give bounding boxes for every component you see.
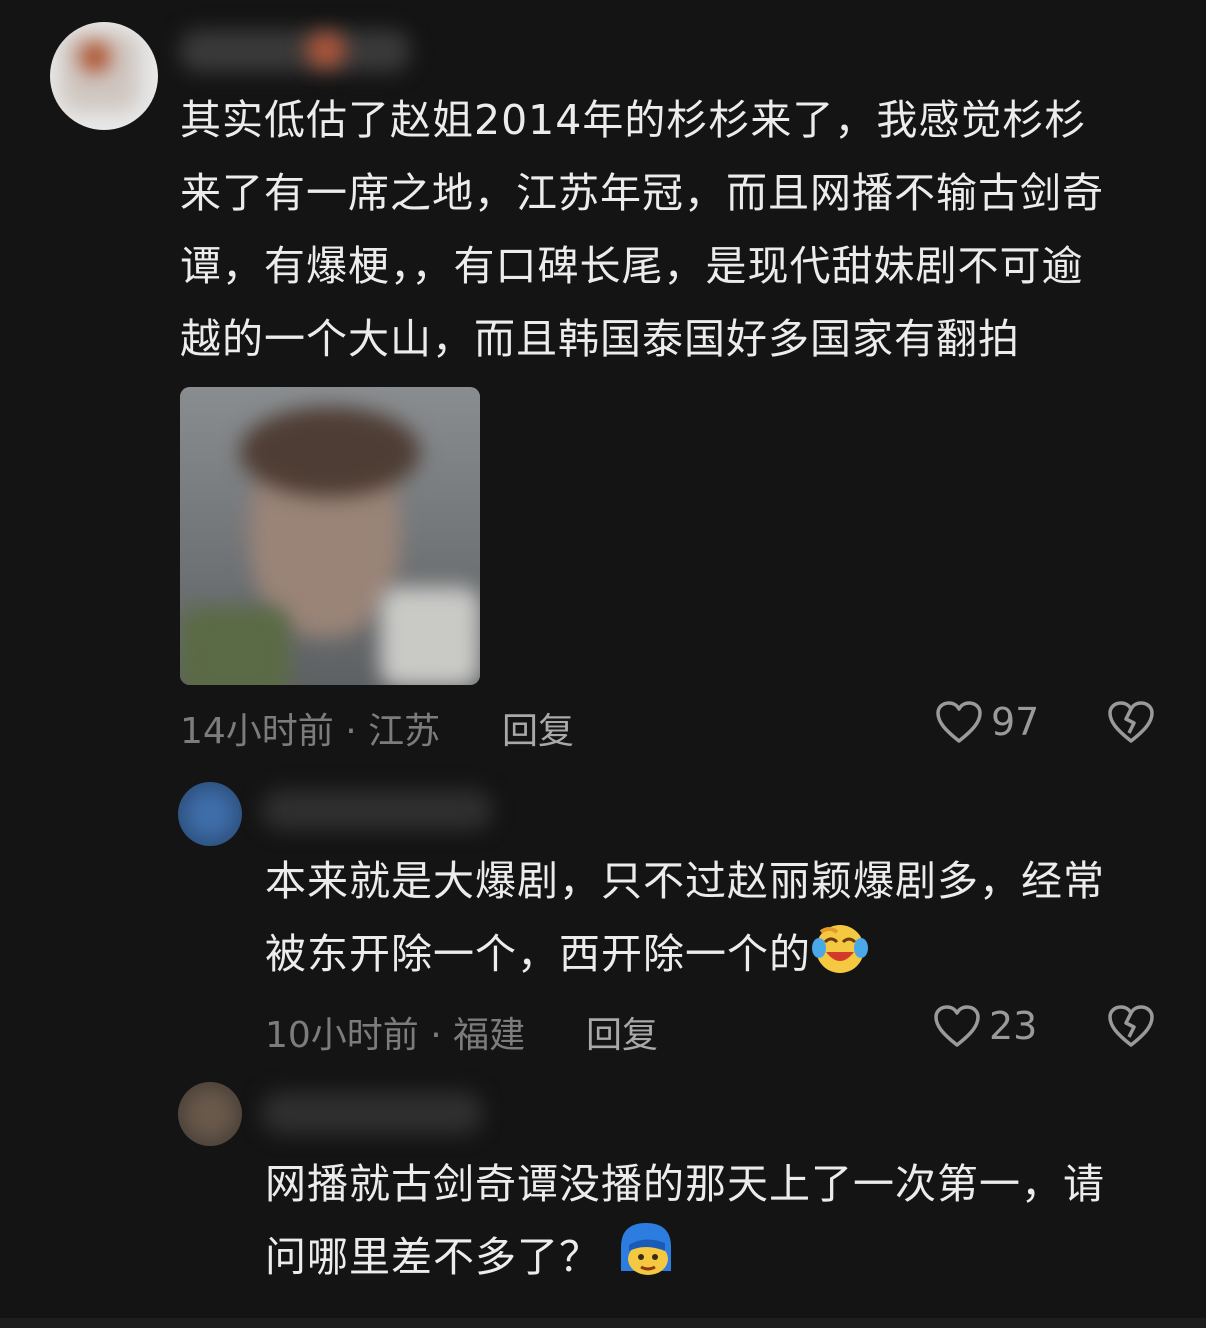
blue-hair-face-emoji [615,1221,677,1302]
broken-heart-icon [1107,1004,1155,1048]
like-count: 97 [991,700,1040,744]
reply-button[interactable]: 回复 [502,702,574,754]
avatar[interactable] [178,782,242,846]
username-blurred[interactable] [180,30,410,72]
username-blurred[interactable] [262,1092,482,1134]
heart-outline-icon [935,700,983,744]
comment-text: 网播就古剑奇谭没播的那天上了一次第一，请 问哪里差不多了？ [265,1148,1165,1302]
bottom-edge [0,1318,1206,1328]
comment-image[interactable] [180,387,480,685]
username-blurred[interactable] [262,790,492,830]
dislike-button[interactable] [1107,1004,1155,1048]
like-button[interactable]: 23 [933,1004,1037,1048]
like-button[interactable]: 97 [935,700,1039,744]
like-count: 23 [989,1004,1038,1048]
avatar[interactable] [178,1082,242,1146]
broken-heart-icon [1107,700,1155,744]
badge-blurred [306,32,346,68]
comment-text: 其实低估了赵姐2014年的杉杉来了，我感觉杉杉 来了有一席之地，江苏年冠，而且网… [180,96,1104,363]
comment-text: 本来就是大爆剧，只不过赵丽颖爆剧多，经常 被东开除一个，西开除一个的 [265,845,1165,999]
comment-time-location: 10小时前 · 福建 [265,1015,526,1056]
dislike-button[interactable] [1107,700,1155,744]
laughing-crying-emoji [811,922,869,999]
comment-time-location: 14小时前 · 江苏 [180,711,441,752]
heart-outline-icon [933,1004,981,1048]
avatar[interactable] [50,22,158,130]
reply-button[interactable]: 回复 [586,1006,658,1058]
